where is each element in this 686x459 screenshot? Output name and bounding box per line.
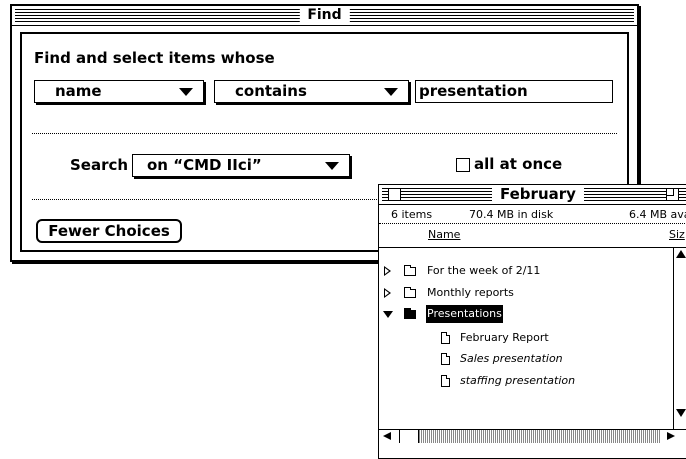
search-location-popup[interactable]: on “CMD IIci”	[132, 154, 350, 177]
attribute-popup[interactable]: name	[34, 80, 204, 103]
list-item[interactable]: Presentations	[379, 305, 659, 323]
list-item-label: Monthly reports	[427, 286, 514, 299]
list-item[interactable]: staffing presentation	[379, 372, 659, 390]
disclosure-triangle-expanded-icon[interactable]	[383, 311, 393, 318]
operator-popup-label: contains	[235, 82, 307, 100]
name-column-header[interactable]: Name	[428, 228, 460, 241]
list-item[interactable]: Monthly reports	[379, 284, 659, 302]
document-icon	[441, 375, 450, 387]
list-item-label: Sales presentation	[460, 352, 563, 365]
close-box-icon[interactable]	[388, 188, 401, 201]
list-item-label: February Report	[460, 331, 549, 344]
list-item[interactable]: For the week of 2/11	[379, 262, 659, 280]
search-label: Search	[70, 156, 129, 174]
scroll-left-arrow-icon[interactable]	[383, 432, 391, 440]
scroll-right-arrow-icon[interactable]	[667, 432, 675, 440]
list-item-label: staffing presentation	[460, 374, 576, 387]
document-icon	[441, 332, 450, 344]
popup-arrow-icon	[325, 162, 339, 170]
find-heading: Find and select items whose	[34, 49, 275, 67]
scroll-down-arrow-icon[interactable]	[676, 409, 686, 417]
list-item[interactable]: February Report	[379, 329, 659, 347]
disclosure-triangle-icon[interactable]	[384, 266, 391, 276]
horizontal-scrollbar[interactable]	[379, 429, 686, 443]
list-item[interactable]: Sales presentation	[379, 350, 659, 368]
all-at-once-label[interactable]: all at once	[474, 155, 562, 173]
all-at-once-checkbox[interactable]	[456, 158, 470, 172]
disk-usage: 70.4 MB in disk	[469, 208, 554, 221]
february-title-bar[interactable]: February	[379, 185, 686, 205]
disclosure-triangle-icon[interactable]	[384, 288, 391, 298]
item-count: 6 items	[391, 208, 433, 221]
list-item-label: Presentations	[426, 305, 503, 323]
folder-open-icon	[404, 308, 416, 319]
find-window-title: Find	[299, 6, 350, 25]
divider	[32, 133, 617, 134]
february-window-title: February	[492, 185, 584, 204]
scroll-thumb[interactable]	[399, 430, 419, 443]
february-folder-window: February 6 items 70.4 MB in disk 6.4 MB …	[378, 184, 686, 459]
search-text-field[interactable]: presentation	[415, 80, 613, 103]
zoom-box-icon[interactable]	[666, 188, 679, 201]
scroll-track[interactable]	[399, 430, 661, 443]
document-icon	[441, 353, 450, 365]
search-location-label: on “CMD IIci”	[147, 156, 262, 174]
popup-arrow-icon	[179, 88, 193, 96]
folder-icon	[404, 265, 416, 276]
header-divider	[379, 247, 686, 248]
list-item-label: For the week of 2/11	[427, 264, 541, 277]
vertical-scrollbar[interactable]	[673, 248, 686, 429]
popup-arrow-icon	[384, 88, 398, 96]
scroll-up-arrow-icon[interactable]	[676, 250, 686, 258]
info-divider	[379, 223, 686, 224]
attribute-popup-label: name	[55, 82, 102, 100]
operator-popup[interactable]: contains	[214, 80, 409, 103]
fewer-choices-button[interactable]: Fewer Choices	[36, 219, 182, 243]
available-space: 6.4 MB ava	[629, 208, 686, 221]
find-title-bar[interactable]: Find	[12, 6, 637, 26]
size-column-header[interactable]: Siz	[669, 228, 685, 241]
folder-icon	[404, 287, 416, 298]
